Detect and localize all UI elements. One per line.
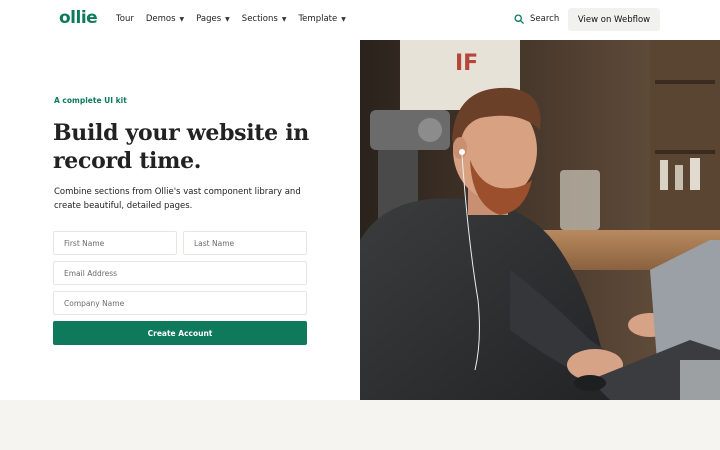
last-name-placeholder: Last Name — [194, 238, 235, 248]
caret-down-icon: ▼ — [341, 15, 346, 23]
menu-item-label: Demos — [145, 14, 176, 24]
hero-kicker: A complete UI kit — [54, 96, 127, 105]
view-on-webflow-button[interactable]: View on Webflow — [568, 8, 660, 31]
caret-down-icon: ▼ — [225, 15, 230, 23]
create-account-button[interactable]: Create Account — [53, 321, 307, 345]
caret-down-icon: ▼ — [179, 15, 185, 23]
email-field[interactable]: Email Address — [53, 261, 307, 285]
search-label: Search — [530, 14, 560, 24]
menu-item-template[interactable]: Template ▼ — [298, 14, 345, 24]
menu-item-demos[interactable]: Demos ▼ — [146, 14, 184, 24]
menu-item-label: Tour — [116, 14, 134, 24]
top-nav: ollie Tour Demos ▼ Pages ▼ Sections ▼ Te… — [0, 0, 720, 40]
menu-item-label: Template — [298, 14, 338, 24]
menu-item-label: Sections — [241, 14, 278, 24]
hero-subtext: Combine sections from Ollie's vast compo… — [54, 187, 301, 211]
hero-content: A complete UI kit Build your website in … — [0, 40, 360, 400]
main-menu: Tour Demos ▼ Pages ▼ Sections ▼ Template… — [116, 14, 346, 24]
search-icon — [514, 14, 524, 24]
menu-item-tour[interactable]: Tour — [116, 14, 134, 24]
photo-sign-text: IF — [455, 51, 478, 76]
next-section-background — [0, 400, 720, 450]
first-name-field[interactable]: First Name — [53, 231, 177, 255]
first-name-placeholder: First Name — [64, 238, 105, 248]
company-name-field[interactable]: Company Name — [53, 291, 307, 315]
menu-item-label: Pages — [196, 14, 222, 24]
ollie-logo[interactable]: ollie — [59, 8, 98, 28]
search-button[interactable]: Search — [514, 14, 559, 24]
hero-headline: Build your website in record time. — [53, 120, 309, 174]
hero-photo: IF — [360, 40, 720, 400]
company-placeholder: Company Name — [64, 298, 125, 308]
email-placeholder: Email Address — [64, 268, 118, 278]
menu-item-pages[interactable]: Pages ▼ — [196, 14, 230, 24]
menu-item-sections[interactable]: Sections ▼ — [242, 14, 287, 24]
last-name-field[interactable]: Last Name — [183, 231, 307, 255]
caret-down-icon: ▼ — [281, 15, 287, 23]
